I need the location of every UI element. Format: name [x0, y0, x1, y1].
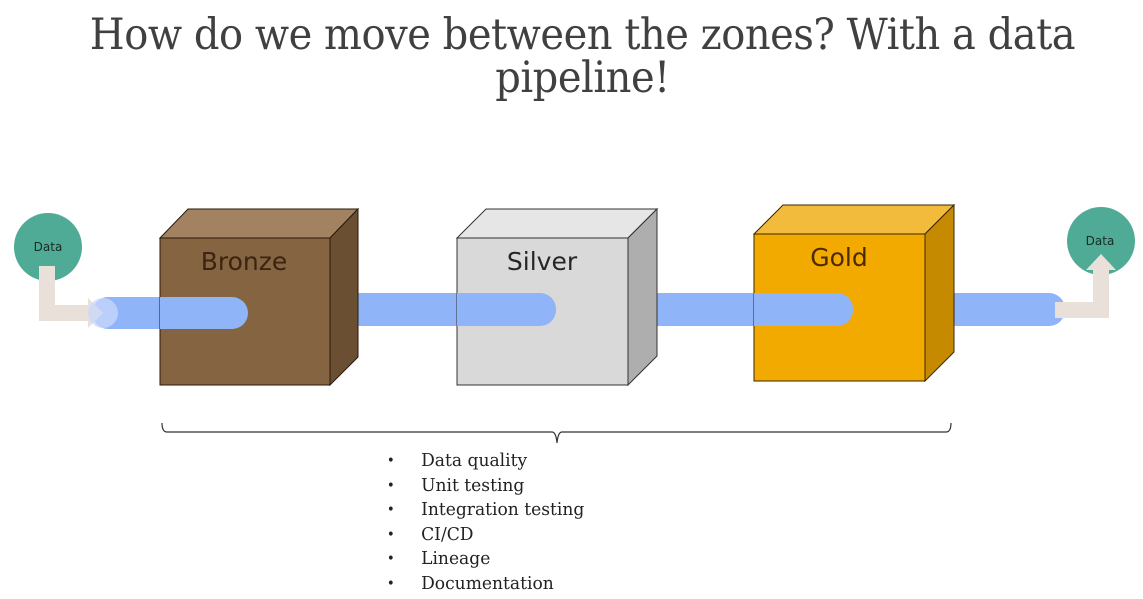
bullet-icon: •: [386, 477, 395, 494]
target-data-label: Data: [1086, 234, 1115, 248]
slide: How do we move between the zones? With a…: [0, 0, 1143, 599]
zone-cube-silver: Silver: [455, 207, 659, 387]
target-data-node: Data: [1055, 207, 1135, 318]
bullet-icon: •: [386, 551, 395, 567]
cube-top: [455, 208, 659, 239]
zone-label-gold: Gold: [810, 243, 867, 272]
pipe-inlet: [88, 298, 118, 328]
source-data-node: Data: [14, 213, 118, 328]
practice-item: • Documentation: [385, 572, 584, 597]
bullet-icon: •: [386, 502, 395, 518]
practice-item: • Lineage: [385, 547, 584, 572]
cube-top: [158, 208, 360, 239]
cube-side: [924, 203, 955, 383]
cube-side: [329, 207, 359, 387]
pipe-stub: [754, 293, 794, 326]
pipe-stub: [457, 293, 497, 326]
bullet-icon: •: [386, 526, 395, 543]
zone-label-bronze: Bronze: [201, 247, 288, 276]
practice-item: • Data quality: [385, 449, 584, 474]
practices-list: • Data quality • Unit testing • Integration…: [385, 449, 595, 596]
zones-bracket: [161, 422, 952, 444]
cube-side: [627, 207, 658, 387]
zone-cube-bronze: Bronze: [158, 207, 360, 387]
bullet-icon: •: [386, 453, 395, 469]
practice-label: CI/CD: [421, 523, 474, 545]
practice-label: Unit testing: [421, 474, 525, 496]
bullet-icon: •: [386, 575, 395, 592]
pipe-stub: [160, 297, 200, 329]
practice-item: • Integration testing: [385, 498, 584, 523]
practice-label: Data quality: [421, 450, 528, 471]
practice-item: • Unit testing: [385, 474, 584, 499]
cube-top: [752, 204, 956, 235]
practice-label: Documentation: [421, 572, 554, 594]
practice-label: Lineage: [421, 548, 491, 569]
source-data-label: Data: [34, 240, 63, 254]
practice-item: • CI/CD: [385, 523, 584, 548]
practice-label: Integration testing: [421, 499, 585, 520]
zone-cube-gold: Gold: [752, 203, 956, 383]
zone-label-silver: Silver: [507, 247, 578, 276]
pipe-segment-gold-target: [940, 293, 1065, 326]
